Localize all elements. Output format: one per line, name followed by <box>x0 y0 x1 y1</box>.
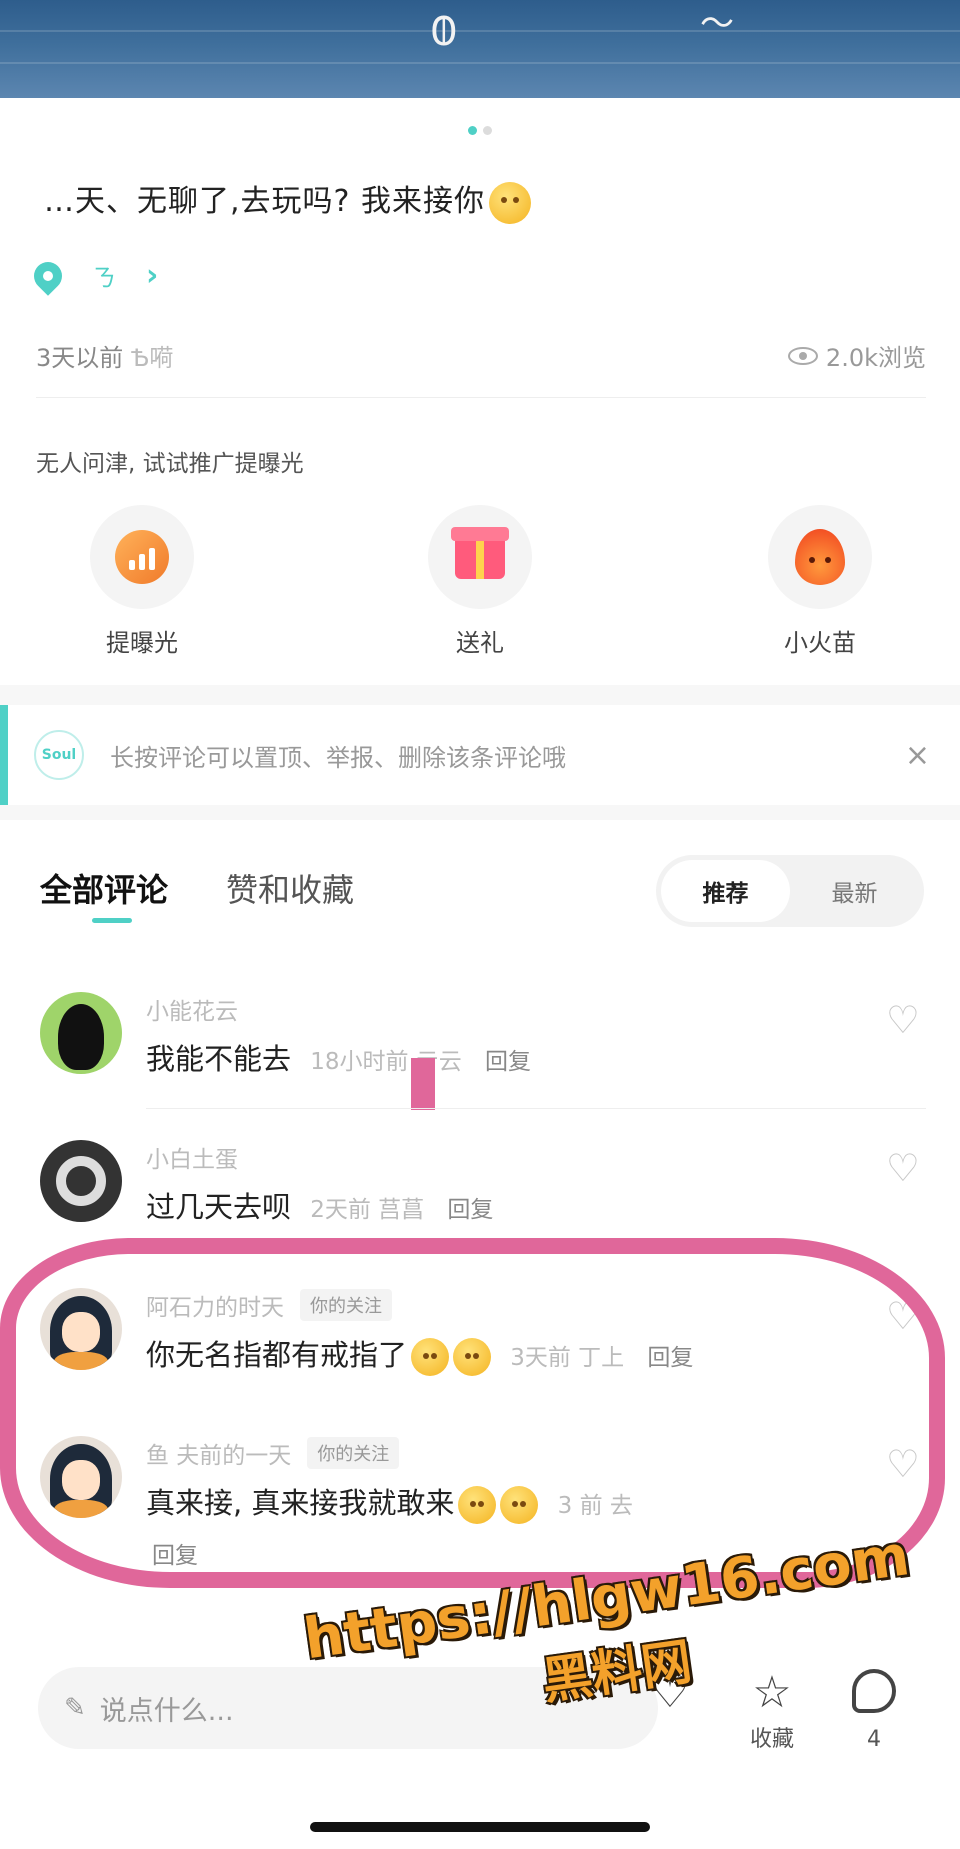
favorite-label: 收藏 <box>749 1727 794 1752</box>
sort-toggle: 推荐 最新 <box>656 855 924 927</box>
gift-label: 送礼 <box>456 629 504 657</box>
close-icon[interactable]: × <box>905 738 930 773</box>
wave-line <box>0 30 960 32</box>
comment-button[interactable]: 4 <box>834 1669 914 1752</box>
comment-time: 2天前 莒菖 <box>310 1197 425 1223</box>
tab-likes-favorites[interactable]: 赞和收藏 <box>226 865 354 911</box>
heart-icon[interactable]: ♡ <box>886 1146 920 1190</box>
comment-time: 18小时前 亓云 <box>310 1049 462 1075</box>
reply-button[interactable]: 回复 <box>447 1197 493 1223</box>
expose-button[interactable]: 提曝光 <box>72 505 212 658</box>
comment-tabs: 全部评论 赞和收藏 <box>40 865 354 911</box>
comment-body: 我能不能去 18小时前 亓云 回复 <box>146 1036 531 1078</box>
view-count: 2.0k浏览 <box>787 338 926 373</box>
location-pin-icon <box>28 255 68 296</box>
pager-dot <box>483 126 492 135</box>
seagull-icon: 〜 <box>700 4 734 44</box>
fire-label: 小火苗 <box>784 629 856 657</box>
comment-item[interactable]: 小能花云 我能不能去 18小时前 亓云 回复 ♡ <box>40 992 920 1102</box>
comment-text: 过几天去呗 <box>146 1190 292 1224</box>
post-meta: 3天以前 Ѣ嗬 2.0k浏览 <box>36 338 926 373</box>
avatar[interactable] <box>40 1140 122 1222</box>
comment-author[interactable]: 小能花云 <box>146 992 238 1026</box>
fire-icon <box>795 529 845 585</box>
comment-bubble-icon <box>852 1669 896 1713</box>
comment-item[interactable]: 小白土蛋 过几天去呗 2天前 莒菖 回复 ♡ <box>40 1140 920 1250</box>
chevron-right-icon: › <box>146 258 159 293</box>
notice-text: 长按评论可以置顶、举报、删除该条评论哦 <box>110 743 566 772</box>
fire-button[interactable]: 小火苗 <box>750 505 890 658</box>
sort-latest[interactable]: 最新 <box>790 860 919 922</box>
location-label: ㄋ <box>92 264 116 292</box>
heart-icon[interactable]: ♡ <box>886 998 920 1042</box>
comment-author[interactable]: 小白土蛋 <box>146 1140 238 1174</box>
pager-dot-active <box>468 126 477 135</box>
comment-text: 我能不能去 <box>146 1042 292 1076</box>
pencil-icon: ✎ <box>64 1693 86 1723</box>
post-time: 3天以前 Ѣ嗬 <box>36 344 174 372</box>
smile-emoji-icon <box>489 181 531 224</box>
divider <box>146 1108 926 1109</box>
location-row[interactable]: ㄋ › <box>28 255 159 296</box>
gift-icon <box>451 527 509 579</box>
home-indicator <box>310 1822 650 1832</box>
gift-button[interactable]: 送礼 <box>410 505 550 658</box>
eye-icon <box>787 346 818 365</box>
notice-accent-bar <box>0 705 8 805</box>
lightbulb-icon: Soul <box>34 730 84 780</box>
tab-all-comments[interactable]: 全部评论 <box>40 865 168 911</box>
highlight-annotation <box>0 1238 945 1588</box>
comment-body: 过几天去呗 2天前 莒菖 回复 <box>146 1184 493 1226</box>
post-image[interactable]: 𐐅 〜 <box>0 0 960 98</box>
sort-recommend[interactable]: 推荐 <box>661 860 790 922</box>
reply-button[interactable]: 回复 <box>485 1049 531 1075</box>
input-placeholder: 说点什么... <box>99 1695 234 1727</box>
wave-line <box>0 62 960 64</box>
expose-label: 提曝光 <box>106 629 178 657</box>
expose-icon <box>115 530 169 584</box>
comment-count: 4 <box>867 1727 881 1752</box>
image-pager <box>0 120 960 139</box>
promo-tip: 无人问津, 试试推广提曝光 <box>36 451 304 477</box>
tab-indicator <box>92 918 132 923</box>
tip-notice: Soul 长按评论可以置顶、举报、删除该条评论哦 × <box>0 705 960 805</box>
pink-annotation-mark <box>411 1058 435 1110</box>
post-text-content: …天、无聊了,去玩吗? 我来接你 <box>44 184 485 219</box>
seagull-icon: 𐐅 <box>430 9 458 55</box>
divider <box>36 397 926 398</box>
post-text: …天、无聊了,去玩吗? 我来接你 <box>44 176 531 224</box>
avatar[interactable] <box>40 992 122 1074</box>
